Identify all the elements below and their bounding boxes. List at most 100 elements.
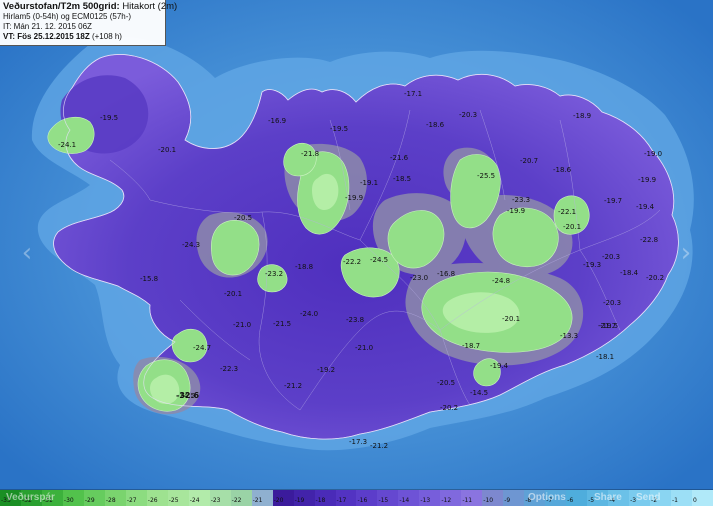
temperature-label: -25.5	[477, 172, 495, 180]
temperature-label: -18.4	[620, 269, 639, 277]
legend-tick-label: -15	[378, 497, 389, 504]
cold-region-east-highlands	[492, 207, 559, 267]
temperature-label: -24.8	[492, 277, 510, 285]
legend-swatch: 0	[691, 490, 713, 506]
legend-swatch: -15	[377, 490, 399, 506]
temperature-label: -24.0	[300, 310, 318, 318]
forecast-valid-offset: (+108 h)	[91, 32, 122, 41]
temperature-label: -16.8	[437, 270, 455, 278]
chevron-left-icon[interactable]: ‹	[18, 236, 36, 270]
temperature-label: -20.5	[437, 379, 455, 387]
forecast-models: Hirlam5 (0-54h) og ECM0125 (57h-)	[3, 12, 132, 21]
temperature-label: -23.2	[265, 270, 283, 278]
temperature-label: -19.9	[507, 207, 525, 215]
temperature-label: -19.1	[360, 179, 378, 187]
legend-tick-label: -10	[483, 497, 494, 504]
legend-swatch: -16	[356, 490, 378, 506]
forecast-valid-time: VT: Fös 25.12.2015 18Z	[3, 32, 90, 41]
legend-overlay-options[interactable]: Options	[528, 492, 566, 504]
temperature-label: -23.3	[512, 196, 530, 204]
temperature-label: -19.9	[345, 194, 363, 202]
chevron-right-icon[interactable]: ›	[677, 236, 695, 270]
legend-overlay-forecasts[interactable]: Veðurspár	[6, 492, 55, 504]
temperature-label: -19.2	[317, 366, 335, 374]
forecast-subtitle: Hitakort (2m)	[122, 1, 178, 12]
temperature-label: -19.5	[100, 114, 118, 122]
legend-tick-label: -9	[504, 497, 511, 504]
legend-swatch: -14	[398, 490, 420, 506]
temperature-label: -20.1	[502, 315, 520, 323]
legend-swatch: -30	[62, 490, 84, 506]
legend-swatch: -25	[167, 490, 189, 506]
forecast-info-box: Veðurstofan/T2m 500grid: Hitakort (2m) H…	[0, 0, 177, 46]
legend-tick-label: 0	[692, 497, 697, 504]
temperature-map: -17.1 -19.5 -18.6 -20.3 -18.9 -16.9 -19.5 -24.1…	[0, 0, 713, 506]
legend-tick-label: -21	[252, 497, 263, 504]
temperature-label: -13.3	[560, 332, 578, 340]
temperature-label: -16.9	[268, 117, 286, 125]
legend-tick-label: -14	[399, 497, 410, 504]
legend-tick-label: -1	[672, 497, 678, 504]
temperature-label: -21.2	[284, 382, 302, 390]
legend-swatch: -17	[335, 490, 357, 506]
temperature-label: -32.6	[176, 391, 199, 400]
temperature-label: -21.0	[233, 321, 251, 329]
temperature-label: -18.8	[295, 263, 313, 271]
temperature-label: -18.6	[426, 121, 445, 129]
legend-swatch: -26	[146, 490, 168, 506]
legend-swatch: -23	[209, 490, 231, 506]
legend-tick-label: -13	[420, 497, 431, 504]
temperature-label: -21.2	[370, 442, 388, 450]
legend-swatch: -19	[293, 490, 315, 506]
legend-swatch: -21	[251, 490, 273, 506]
legend-overlay-send[interactable]: Send	[636, 492, 660, 504]
legend-swatch: -10	[482, 490, 504, 506]
legend-swatch: -1	[671, 490, 692, 506]
legend-swatch: -12	[440, 490, 462, 506]
temperature-label: -18.7	[462, 342, 480, 350]
temperature-label: -24.7	[193, 344, 211, 352]
legend-tick-label: -28	[105, 497, 116, 504]
legend-tick-label: -29	[84, 497, 95, 504]
legend-swatch: -9	[503, 490, 525, 506]
temperature-label: -18.9	[573, 112, 591, 120]
legend-overlay-share[interactable]: Share	[594, 492, 622, 504]
legend-tick-label: -6	[567, 497, 574, 504]
temperature-label: -20.1	[224, 290, 242, 298]
temperature-label: -22.3	[220, 365, 238, 373]
legend-swatch: -13	[419, 490, 441, 506]
temperature-label: -19.9	[638, 176, 656, 184]
temperature-label: -19.7	[604, 197, 622, 205]
legend-swatch: -29	[83, 490, 105, 506]
temperature-label: -20.3	[603, 299, 621, 307]
temperature-label: -23.0	[410, 274, 428, 282]
legend-tick-label: -17	[336, 497, 347, 504]
temperature-label: -24.1	[58, 141, 76, 149]
temperature-label: -18.1	[596, 353, 614, 361]
temperature-label: -19.4	[636, 203, 655, 211]
legend-swatch: -18	[314, 490, 336, 506]
legend-tick-label: -22	[231, 497, 242, 504]
temperature-label: -17.1	[404, 90, 422, 98]
temperature-label: -21.0	[355, 344, 373, 352]
temperature-label: -22.1	[558, 208, 576, 216]
temperature-label: -21.5	[273, 320, 291, 328]
temperature-label: -20.2	[646, 274, 664, 282]
temperature-label: -21.6	[390, 154, 409, 162]
temperature-label: -20.1	[563, 223, 581, 231]
legend-tick-label: -11	[462, 497, 473, 504]
temperature-label: -19.3	[583, 261, 601, 269]
legend-tick-label: -20	[273, 497, 284, 504]
legend-tick-label: -12	[441, 497, 452, 504]
forecast-issued: IT: Mán 21. 12. 2015 06Z	[3, 22, 92, 31]
legend-swatch: -20	[272, 490, 294, 506]
temperature-label: -20.5	[234, 214, 252, 222]
temperature-label: -19.4	[490, 362, 509, 370]
temperature-label: -20.2	[440, 404, 458, 412]
temperature-label: -24.3	[182, 241, 200, 249]
temperature-label: -21.8	[301, 150, 319, 158]
legend-tick-label: -23	[210, 497, 221, 504]
temperature-label: -19.5	[600, 322, 618, 330]
legend-tick-label: -24	[189, 497, 200, 504]
temperature-label: -22.2	[343, 258, 361, 266]
